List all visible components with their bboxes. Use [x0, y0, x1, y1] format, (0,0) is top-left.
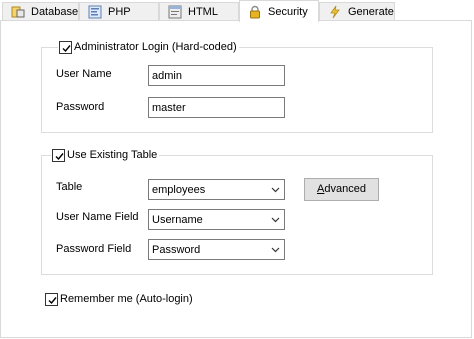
password-input[interactable]: master [148, 97, 285, 118]
tab-security-label: Security [268, 5, 308, 18]
chevron-down-icon [271, 217, 280, 223]
user-name-input[interactable]: admin [148, 65, 285, 86]
user-name-field-value: Username [152, 214, 203, 226]
password-field-value: Password [152, 244, 201, 256]
tab-generate-label: Generate [348, 5, 394, 18]
php-icon [88, 5, 102, 19]
tab-php-label: PHP [108, 5, 131, 18]
tab-generate[interactable]: Generate [319, 2, 395, 20]
checkmark-icon [62, 44, 71, 52]
password-field-select[interactable]: Password [148, 239, 285, 260]
user-name-label: User Name [56, 68, 112, 80]
tab-php[interactable]: PHP [79, 2, 159, 20]
table-label: Table [56, 181, 83, 193]
advanced-button[interactable]: Advanced [304, 178, 379, 201]
tab-database[interactable]: Database [2, 2, 79, 20]
existing-table-title: Use Existing Table [51, 148, 160, 162]
table-select-value: employees [152, 184, 206, 196]
admin-login-label[interactable]: Administrator Login (Hard-coded) [74, 41, 237, 53]
checkmark-icon [55, 152, 64, 160]
admin-login-title: Administrator Login (Hard-coded) [58, 40, 239, 54]
security-settings-window: Database PHP HTML Security Generate Admi… [0, 0, 474, 339]
advanced-button-rest: dvanced [324, 183, 366, 195]
user-name-field-select[interactable]: Username [148, 209, 285, 230]
password-label: Password [56, 101, 105, 113]
remember-me-row: Remember me (Auto-login) [44, 292, 195, 306]
existing-table-label[interactable]: Use Existing Table [67, 149, 157, 161]
tab-html[interactable]: HTML [159, 2, 239, 20]
password-field-label: Password Field [56, 243, 132, 255]
remember-me-checkbox[interactable] [45, 292, 58, 306]
checkmark-icon [48, 296, 57, 304]
remember-me-label[interactable]: Remember me (Auto-login) [60, 293, 193, 305]
chevron-down-icon [271, 187, 280, 193]
chevron-down-icon [271, 247, 280, 253]
security-panel: Administrator Login (Hard-coded) User Na… [0, 20, 472, 338]
admin-login-group [41, 47, 433, 133]
html-icon [168, 5, 182, 19]
user-name-field-label: User Name Field [56, 211, 139, 223]
existing-table-checkbox[interactable] [52, 148, 65, 162]
database-icon [11, 5, 25, 19]
tab-database-label: Database [31, 5, 79, 18]
table-select[interactable]: employees [148, 179, 285, 200]
lightning-icon [328, 5, 342, 19]
tab-html-label: HTML [188, 5, 218, 18]
lock-icon [248, 5, 262, 19]
admin-login-checkbox[interactable] [59, 40, 72, 54]
tab-security[interactable]: Security [239, 0, 319, 22]
